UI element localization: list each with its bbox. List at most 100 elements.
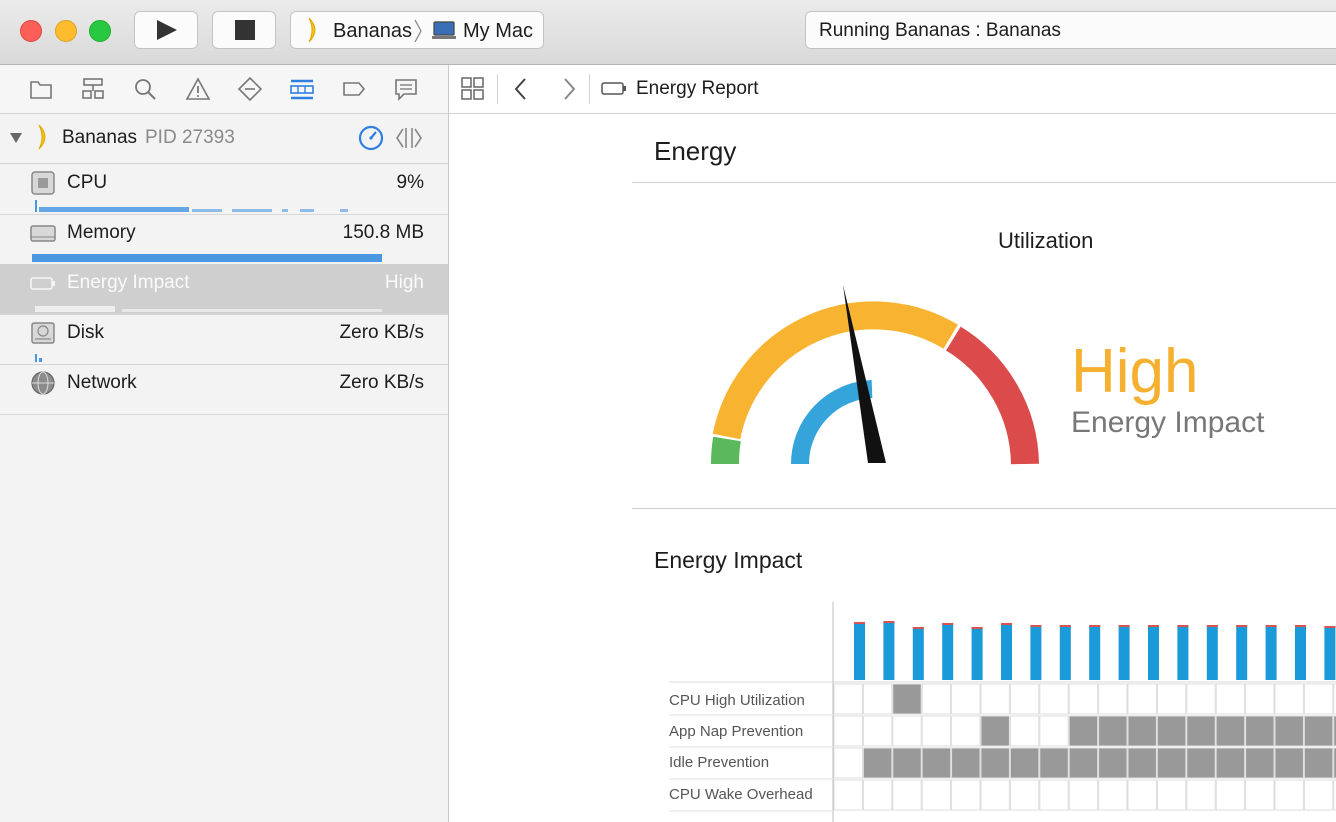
warning-icon[interactable] <box>185 76 211 102</box>
grid-row-label: CPU Wake Overhead <box>669 786 813 803</box>
impact-bar-cap <box>1295 625 1306 627</box>
process-pid: PID 27393 <box>145 127 235 148</box>
impact-grid-cell <box>921 683 952 715</box>
impact-grid-cell <box>1156 747 1187 779</box>
impact-grid-cell <box>1068 683 1099 715</box>
run-button[interactable] <box>134 11 198 49</box>
impact-bar-cap <box>883 621 895 623</box>
debug-navigator-icon[interactable] <box>289 76 315 102</box>
forward-chevron-icon[interactable] <box>559 75 579 103</box>
impact-grid-cell <box>1039 715 1069 747</box>
impact-bar-cap <box>942 623 954 625</box>
gauge-row-cpu[interactable]: CPU 9% <box>0 164 448 215</box>
scheme-target-label: Bananas <box>333 20 412 42</box>
grid-row-label: Idle Prevention <box>669 754 770 771</box>
battery-icon <box>30 277 55 290</box>
impact-grid-cell <box>1127 747 1157 779</box>
test-diamond-icon[interactable] <box>237 76 263 102</box>
gauge-value: 150.8 MB <box>342 222 424 243</box>
impact-bar-cap <box>971 627 983 629</box>
scheme-selector[interactable]: Bananas My Mac <box>290 11 544 49</box>
status-text: Running Bananas : Bananas <box>819 20 1061 41</box>
impact-grid-cell <box>980 779 1010 811</box>
impact-grid-cell <box>1098 715 1128 747</box>
toolbar: Bananas My Mac Running Bananas : Bananas <box>0 0 1336 65</box>
impact-grid-cell <box>862 715 893 747</box>
gauge-mode-icon[interactable] <box>357 124 385 152</box>
impact-bar <box>1059 625 1071 680</box>
gauge-value: 9% <box>396 172 424 193</box>
split-view-icon[interactable] <box>394 124 424 152</box>
battery-icon <box>601 82 626 95</box>
impact-bar-cap <box>1030 625 1042 627</box>
grid-row-label: App Nap Prevention <box>669 723 804 740</box>
search-icon[interactable] <box>132 76 158 102</box>
impact-grid-cell <box>1009 683 1040 715</box>
impact-bar <box>942 623 954 680</box>
impact-grid-cell <box>833 715 863 747</box>
impact-grid-cell <box>1186 779 1216 811</box>
gauge-value: High <box>384 272 424 293</box>
process-row[interactable]: Bananas PID 27393 <box>0 113 448 164</box>
impact-grid-cell <box>862 779 893 811</box>
breakpoint-icon[interactable] <box>341 76 367 102</box>
gauge-row-disk[interactable]: Disk Zero KB/s <box>0 314 448 365</box>
back-chevron-icon[interactable] <box>511 75 531 103</box>
impact-bar <box>883 621 895 680</box>
close-window-button[interactable] <box>20 20 42 42</box>
impact-grid-cell <box>1186 683 1216 715</box>
impact-grid-cell <box>1098 747 1128 779</box>
gauge-label: Energy Impact <box>67 272 190 293</box>
network-globe-icon <box>31 371 55 395</box>
impact-grid-cell <box>1156 779 1187 811</box>
impact-bar <box>1236 625 1248 680</box>
banana-icon <box>308 17 316 43</box>
impact-grid-cell <box>951 779 981 811</box>
impact-grid-cell <box>1039 683 1069 715</box>
navigator-selector-bar <box>0 65 448 114</box>
chevron-right-icon <box>414 19 422 43</box>
gauge-row-network[interactable]: Network Zero KB/s <box>0 364 448 415</box>
impact-grid-cell <box>1245 779 1275 811</box>
impact-grid-cell <box>1039 747 1069 779</box>
memory-icon <box>30 225 56 242</box>
impact-grid-cell <box>951 683 981 715</box>
folder-icon[interactable] <box>28 76 54 102</box>
mac-icon <box>432 21 456 39</box>
stop-button[interactable] <box>212 11 276 49</box>
debug-navigator: Bananas PID 27393 CPU 9% Memory 150.8 MB… <box>0 65 449 822</box>
impact-grid-cell <box>1274 747 1304 779</box>
impact-bar-cap <box>1118 625 1130 627</box>
cpu-sparkline <box>35 200 348 212</box>
minimize-window-button[interactable] <box>55 20 77 42</box>
divider <box>632 182 1336 183</box>
zoom-window-button[interactable] <box>89 20 111 42</box>
impact-grid-cell <box>833 747 863 779</box>
impact-grid-cell <box>1156 683 1187 715</box>
impact-grid-cell <box>1127 715 1157 747</box>
impact-grid-cell <box>1186 715 1216 747</box>
gauge-row-memory[interactable]: Memory 150.8 MB <box>0 214 448 265</box>
impact-bar <box>1118 625 1130 680</box>
gauge-value: Zero KB/s <box>339 322 424 343</box>
impact-grid-cell <box>980 683 1010 715</box>
related-items-icon[interactable] <box>460 76 486 102</box>
impact-grid-cell <box>1245 715 1275 747</box>
gauge-row-energy[interactable]: Energy Impact High <box>0 264 448 315</box>
impact-bar <box>1324 626 1336 680</box>
jump-bar-title[interactable]: Energy Report <box>636 78 759 100</box>
impact-bar-cap <box>1001 623 1012 625</box>
impact-grid-cell <box>892 747 922 779</box>
hierarchy-icon[interactable] <box>80 76 106 102</box>
process-name: Bananas <box>62 127 138 148</box>
impact-bar-cap <box>854 622 865 624</box>
gauge-label: Memory <box>67 222 136 243</box>
impact-grid-cell <box>1009 715 1040 747</box>
impact-bar <box>1148 625 1159 680</box>
disclosure-triangle-icon[interactable] <box>9 131 23 145</box>
report-icon[interactable] <box>393 76 419 102</box>
impact-grid-cell <box>980 747 1010 779</box>
impact-grid-cell <box>980 715 1010 747</box>
impact-grid-cell <box>1303 747 1334 779</box>
banana-icon <box>38 124 46 150</box>
